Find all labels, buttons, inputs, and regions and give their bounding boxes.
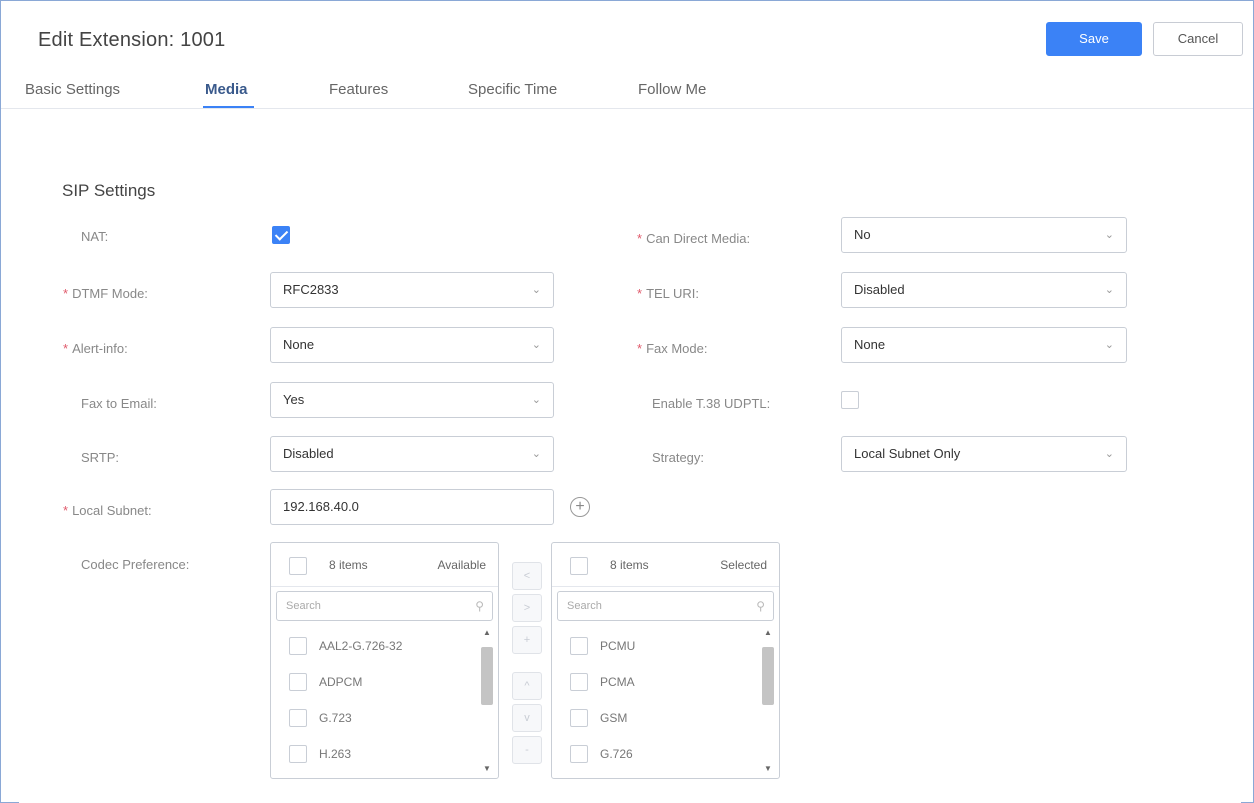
srtp-select[interactable]: Disabled ⌄ xyxy=(270,436,554,472)
can-direct-media-label: * Can Direct Media: xyxy=(637,231,751,246)
fax-mode-value: None xyxy=(854,337,886,352)
search-icon: ⚲ xyxy=(756,599,765,613)
tab-basic-settings[interactable]: Basic Settings xyxy=(25,81,120,98)
scroll-down-icon[interactable]: ▼ xyxy=(761,763,775,775)
item-label: H.263 xyxy=(319,747,352,761)
chevron-down-icon: ⌄ xyxy=(531,394,541,406)
chevron-down-icon: ⌄ xyxy=(1104,448,1114,460)
alert-info-select[interactable]: None ⌄ xyxy=(270,327,554,363)
available-title: Available xyxy=(437,558,486,572)
enable-t38-label: Enable T.38 UDPTL: xyxy=(652,396,771,411)
item-checkbox[interactable] xyxy=(570,637,588,655)
chevron-down-icon: ⌄ xyxy=(531,284,541,296)
strategy-select[interactable]: Local Subnet Only ⌄ xyxy=(841,436,1127,472)
item-checkbox[interactable] xyxy=(570,745,588,763)
dtmf-mode-select[interactable]: RFC2833 ⌄ xyxy=(270,272,554,308)
move-left-button[interactable]: < xyxy=(512,562,542,590)
selected-scrollbar[interactable]: ▲ ▼ xyxy=(761,627,775,775)
item-label: G.723 xyxy=(319,711,352,725)
scroll-up-icon[interactable]: ▲ xyxy=(480,627,494,639)
available-search-placeholder: Search xyxy=(286,600,321,612)
scrollbar-thumb[interactable] xyxy=(762,647,774,705)
can-direct-media-value: No xyxy=(854,227,871,242)
chevron-down-icon: ⌄ xyxy=(1104,284,1114,296)
active-tab-indicator xyxy=(203,106,254,108)
selected-search-input[interactable]: Search ⚲ xyxy=(557,591,774,621)
local-subnet-label: * Local Subnet: xyxy=(63,503,152,518)
tab-follow-me[interactable]: Follow Me xyxy=(638,81,706,98)
item-checkbox[interactable] xyxy=(570,673,588,691)
tab-media[interactable]: Media xyxy=(205,81,248,98)
edit-extension-dialog: Edit Extension: 1001 Save Cancel Basic S… xyxy=(0,0,1254,803)
nat-label: NAT: xyxy=(81,229,109,244)
tab-features[interactable]: Features xyxy=(329,81,388,98)
available-codecs-panel: 8 items Available Search ⚲ AAL2-G.726-32… xyxy=(270,542,499,779)
save-button[interactable]: Save xyxy=(1046,22,1142,56)
available-search-input[interactable]: Search ⚲ xyxy=(276,591,493,621)
codec-preference-label: Codec Preference: xyxy=(81,557,190,572)
page-title: Edit Extension: 1001 xyxy=(38,29,226,51)
move-right-button[interactable]: > xyxy=(512,594,542,622)
available-codecs-header: 8 items Available xyxy=(271,543,498,587)
scroll-up-icon[interactable]: ▲ xyxy=(761,627,775,639)
section-title-sip-settings: SIP Settings xyxy=(62,181,156,200)
remove-button[interactable]: - xyxy=(512,736,542,764)
move-up-button[interactable]: ^ xyxy=(512,672,542,700)
tel-uri-value: Disabled xyxy=(854,282,905,297)
header: Edit Extension: 1001 Save Cancel Basic S… xyxy=(1,1,1253,109)
selected-codecs-panel: 8 items Selected Search ⚲ PCMU PCMA GSM … xyxy=(551,542,780,779)
item-label: GSM xyxy=(600,711,628,725)
selected-count: 8 items xyxy=(610,558,649,572)
alert-info-value: None xyxy=(283,337,315,352)
chevron-down-icon: ⌄ xyxy=(1104,339,1114,351)
add-subnet-icon[interactable]: + xyxy=(570,497,590,517)
available-scrollbar[interactable]: ▲ ▼ xyxy=(480,627,494,775)
tab-specific-time[interactable]: Specific Time xyxy=(468,81,557,98)
strategy-label: Strategy: xyxy=(652,450,705,465)
tel-uri-label: * TEL URI: xyxy=(637,286,700,301)
tab-bar: Basic Settings Media Features Specific T… xyxy=(1,75,1253,109)
alert-info-label: * Alert-info: xyxy=(63,341,128,356)
srtp-label: SRTP: xyxy=(81,450,120,465)
scrollbar-thumb[interactable] xyxy=(481,647,493,705)
selected-codecs-header: 8 items Selected xyxy=(552,543,779,587)
move-down-button[interactable]: v xyxy=(512,704,542,732)
dtmf-mode-label: * DTMF Mode: xyxy=(63,286,148,301)
item-checkbox[interactable] xyxy=(289,745,307,763)
fax-to-email-value: Yes xyxy=(283,392,305,407)
chevron-down-icon: ⌄ xyxy=(531,448,541,460)
move-all-button[interactable]: + xyxy=(512,626,542,654)
item-checkbox[interactable] xyxy=(289,673,307,691)
srtp-value: Disabled xyxy=(283,446,334,461)
fax-mode-label: * Fax Mode: xyxy=(637,341,708,356)
item-label: AAL2-G.726-32 xyxy=(319,639,403,653)
tel-uri-select[interactable]: Disabled ⌄ xyxy=(841,272,1127,308)
can-direct-media-select[interactable]: No ⌄ xyxy=(841,217,1127,253)
cancel-button[interactable]: Cancel xyxy=(1153,22,1243,56)
item-label: ADPCM xyxy=(319,675,363,689)
scroll-down-icon[interactable]: ▼ xyxy=(480,763,494,775)
dtmf-mode-value: RFC2833 xyxy=(283,282,339,297)
available-count: 8 items xyxy=(329,558,368,572)
item-label: PCMA xyxy=(600,675,635,689)
select-all-available-checkbox[interactable] xyxy=(289,557,307,575)
fax-mode-select[interactable]: None ⌄ xyxy=(841,327,1127,363)
enable-t38-checkbox[interactable] xyxy=(841,391,859,409)
nat-checkbox[interactable] xyxy=(272,226,290,244)
item-checkbox[interactable] xyxy=(570,709,588,727)
search-icon: ⚲ xyxy=(475,599,484,613)
select-all-selected-checkbox[interactable] xyxy=(570,557,588,575)
item-checkbox[interactable] xyxy=(289,637,307,655)
item-label: G.726 xyxy=(600,747,633,761)
fax-to-email-select[interactable]: Yes ⌄ xyxy=(270,382,554,418)
fax-to-email-label: Fax to Email: xyxy=(81,396,157,411)
chevron-down-icon: ⌄ xyxy=(531,339,541,351)
selected-search-placeholder: Search xyxy=(567,600,602,612)
item-label: PCMU xyxy=(600,639,636,653)
strategy-value: Local Subnet Only xyxy=(854,446,961,461)
selected-title: Selected xyxy=(720,558,767,572)
local-subnet-input[interactable]: 192.168.40.0 xyxy=(270,489,554,525)
chevron-down-icon: ⌄ xyxy=(1104,229,1114,241)
item-checkbox[interactable] xyxy=(289,709,307,727)
